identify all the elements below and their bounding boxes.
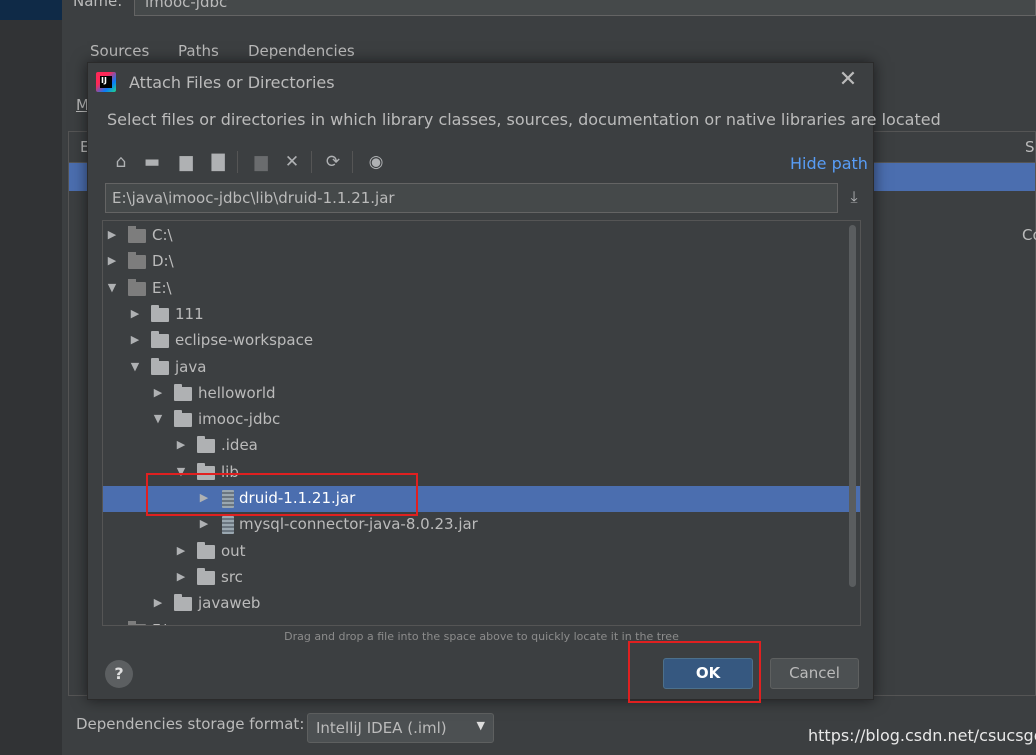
folder-icon: [197, 567, 215, 585]
tree-item[interactable]: ▼ E:\: [103, 276, 860, 302]
tree-item-label: C:\: [152, 226, 173, 244]
tree-item[interactable]: ▶ src: [103, 565, 860, 591]
folder-icon: [151, 331, 169, 349]
file-tree[interactable]: ▶ C:\ ▶ D:\ ▼ E:\ ▶ 111 ▶ eclipse-workspace ▼ java ▶…: [102, 220, 861, 626]
hide-path-link[interactable]: Hide path: [790, 154, 868, 173]
folder-icon: [151, 357, 169, 375]
storage-format-select[interactable]: IntelliJ IDEA (.iml) ▼: [307, 713, 494, 743]
path-input[interactable]: E:\java\imooc-jdbc\lib\druid-1.1.21.jar: [105, 183, 838, 213]
tree-item-label: mysql-connector-java-8.0.23.jar: [239, 515, 478, 534]
refresh-icon[interactable]: ⟳: [322, 151, 344, 173]
name-label: Name:: [73, 0, 123, 10]
folder-icon: [174, 594, 192, 612]
highlight-box-ok: [628, 641, 761, 703]
jar-icon: [222, 516, 234, 535]
collapsed-arrow-icon[interactable]: ▶: [105, 623, 119, 626]
highlight-box-jar: [146, 473, 418, 516]
storage-format-label: Dependencies storage format:: [76, 715, 305, 733]
tree-item[interactable]: ▶ helloworld: [103, 381, 860, 407]
tree-item-label: D:\: [152, 252, 174, 271]
tree-item-label: 111: [175, 304, 204, 323]
tree-item-label: E:\: [152, 278, 172, 297]
folder-icon: [197, 436, 215, 454]
folder-icon: [174, 383, 192, 401]
attach-files-dialog: IJ Attach Files or Directories ✕ Select …: [87, 62, 941, 700]
table-header-scope: S: [1025, 138, 1035, 156]
left-strip: [0, 0, 62, 755]
collapsed-arrow-icon[interactable]: ▶: [174, 570, 188, 584]
storage-format-value: IntelliJ IDEA (.iml): [316, 719, 447, 737]
show-hidden-icon[interactable]: ◉: [365, 151, 387, 173]
drive-icon: [128, 226, 146, 243]
tab-sources[interactable]: Sources: [90, 42, 149, 60]
cancel-button[interactable]: Cancel: [770, 658, 859, 689]
tree-item-label: eclipse-workspace: [175, 331, 314, 350]
collapsed-arrow-icon[interactable]: ▶: [105, 254, 119, 268]
expanded-arrow-icon[interactable]: ▼: [105, 281, 119, 295]
tab-paths[interactable]: Paths: [178, 42, 219, 60]
expanded-arrow-icon[interactable]: ▼: [128, 360, 142, 374]
collapsed-arrow-icon[interactable]: ▶: [174, 544, 188, 558]
folder-icon: [151, 304, 169, 322]
drive-icon: [128, 620, 146, 625]
tree-item[interactable]: ▶ .idea: [103, 433, 860, 459]
table-cell-scope: Co: [1022, 226, 1036, 244]
tree-item[interactable]: ▶ out: [103, 539, 860, 565]
tree-item-label: out: [221, 541, 246, 560]
tab-dependencies[interactable]: Dependencies: [248, 42, 355, 60]
chevron-down-icon: ▼: [476, 719, 485, 732]
tree-item-label: javaweb: [198, 594, 261, 613]
help-button[interactable]: ?: [105, 660, 133, 688]
collapsed-arrow-icon[interactable]: ▶: [174, 438, 188, 452]
close-icon[interactable]: ✕: [836, 68, 860, 92]
watermark: https://blog.csdn.net/csucsgoat: [808, 726, 1036, 745]
tree-scrollbar[interactable]: [849, 225, 856, 587]
tree-item-label: F:\: [152, 621, 170, 626]
name-field[interactable]: imooc-jdbc: [134, 0, 1036, 16]
collapsed-arrow-icon[interactable]: ▶: [151, 596, 165, 610]
toolbar: ⌂ ▬ ▆ ▇ ▆ ✕ ⟳ ◉: [103, 145, 863, 177]
tree-item-label: java: [175, 357, 207, 376]
tree-item[interactable]: ▶ eclipse-workspace: [103, 328, 860, 354]
home-icon[interactable]: ⌂: [110, 151, 132, 173]
tree-item[interactable]: ▶ C:\: [103, 223, 860, 249]
collapsed-arrow-icon[interactable]: ▶: [151, 386, 165, 400]
tree-item-label: .idea: [221, 436, 258, 455]
expanded-arrow-icon[interactable]: ▼: [151, 412, 165, 426]
intellij-icon: IJ: [96, 72, 116, 92]
drive-icon: [128, 278, 146, 296]
tree-item[interactable]: ▼ imooc-jdbc: [103, 407, 860, 433]
dialog-title: Attach Files or Directories: [129, 73, 335, 92]
collapsed-arrow-icon[interactable]: ▶: [197, 517, 211, 531]
drive-icon: [128, 252, 146, 270]
collapsed-arrow-icon[interactable]: ▶: [128, 307, 142, 321]
tree-item-label: helloworld: [198, 383, 276, 402]
module-icon[interactable]: ▇: [207, 151, 229, 173]
folder-icon: [174, 410, 192, 428]
folder-icon: [197, 541, 215, 559]
dialog-description: Select files or directories in which lib…: [107, 110, 941, 129]
tree-item[interactable]: ▶ D:\: [103, 249, 860, 275]
tree-item-label: imooc-jdbc: [198, 410, 281, 429]
tree-item[interactable]: ▶ F:\: [103, 618, 860, 626]
project-icon[interactable]: ▆: [175, 151, 197, 173]
tree-item[interactable]: ▶ 111: [103, 302, 860, 328]
collapsed-arrow-icon[interactable]: ▶: [105, 228, 119, 242]
collapsed-arrow-icon[interactable]: ▶: [128, 333, 142, 347]
tree-item[interactable]: ▶ javaweb: [103, 591, 860, 617]
tree-item[interactable]: ▶ mysql-connector-java-8.0.23.jar: [103, 512, 860, 538]
delete-icon[interactable]: ✕: [281, 151, 303, 173]
tree-item-label: src: [221, 567, 243, 586]
desktop-icon[interactable]: ▬: [141, 151, 163, 173]
new-folder-icon[interactable]: ▆: [250, 151, 272, 173]
download-icon[interactable]: ⤓: [843, 187, 865, 209]
tree-item[interactable]: ▼ java: [103, 355, 860, 381]
